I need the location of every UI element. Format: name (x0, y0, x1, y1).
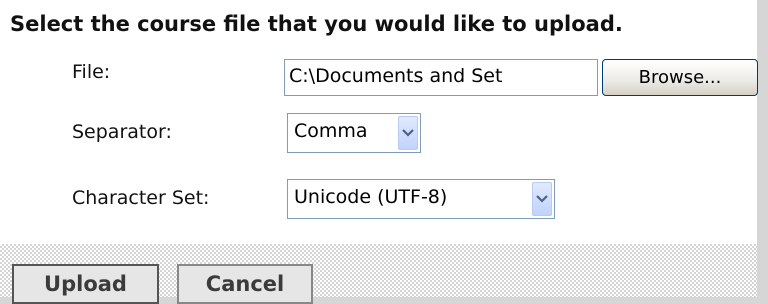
button-bar: Upload Cancel (0, 244, 757, 304)
charset-value: Unicode (UTF-8) (294, 186, 448, 208)
upload-panel: Select the course file that you would li… (0, 0, 758, 304)
page-title: Select the course file that you would li… (10, 12, 623, 36)
charset-label: Character Set: (72, 187, 210, 209)
chevron-down-icon[interactable] (532, 182, 552, 216)
file-path-input[interactable]: C:\Documents and Set (284, 59, 598, 96)
cancel-button[interactable]: Cancel (177, 264, 313, 304)
file-label: File: (72, 61, 111, 83)
separator-select[interactable]: Comma (287, 113, 421, 153)
chevron-down-icon[interactable] (398, 116, 418, 150)
browse-button[interactable]: Browse... (602, 59, 758, 96)
separator-value: Comma (294, 120, 368, 142)
file-path-value: C:\Documents and Set (289, 65, 503, 87)
upload-button[interactable]: Upload (12, 264, 159, 304)
separator-label: Separator: (72, 121, 172, 143)
charset-select[interactable]: Unicode (UTF-8) (287, 179, 555, 219)
